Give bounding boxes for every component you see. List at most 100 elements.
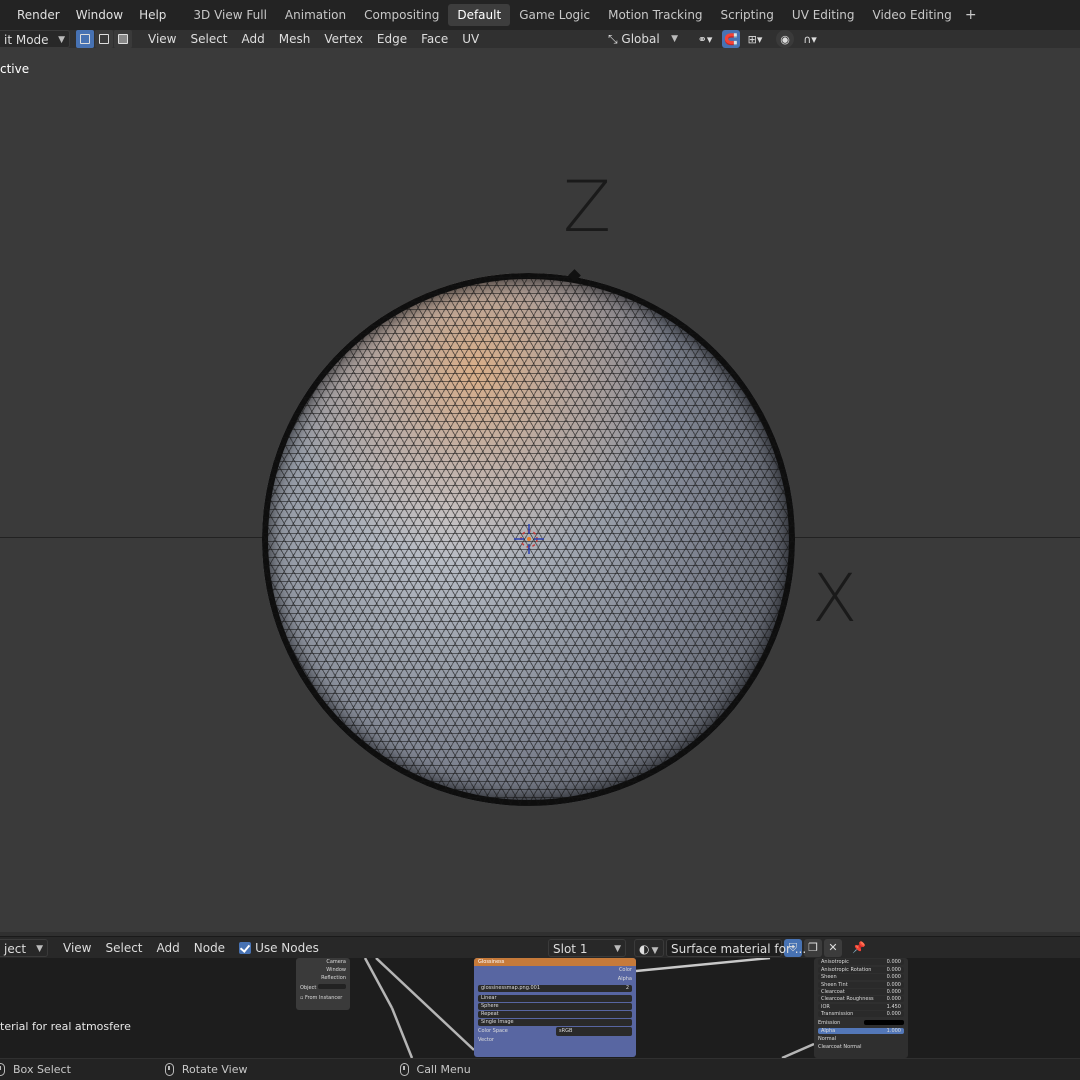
tab-scripting[interactable]: Scripting [712,4,783,26]
color-space-dropdown[interactable]: sRGB [556,1027,632,1036]
extension-dropdown[interactable]: Repeat [478,1011,632,1018]
vertex-select-icon[interactable] [76,30,94,48]
bsdf-field-label: Sheen Tint [821,981,848,988]
frame-label: terial for real atmosfere [0,1020,131,1033]
node-editor-header: ject ▼ View Select Add Node Use Nodes Sl… [0,936,1080,958]
source-dropdown[interactable]: Single Image [478,1019,632,1026]
top-bar: Render Window Help 3D View Full Animatio… [0,0,1080,30]
image-user-count: 2 [625,985,629,991]
axis-x-label: X [812,560,858,637]
3d-cursor-icon [514,524,544,554]
image-texture-node[interactable]: Glossiness Color Alpha glossinessmap.png… [474,958,636,1057]
texture-coordinate-node[interactable]: Camera Window Reflection Object ▫ From I… [296,958,350,1010]
add-workspace-button[interactable]: + [961,7,981,23]
falloff-curve-icon[interactable]: ∩▾ [796,30,824,48]
menu-vertex[interactable]: Vertex [317,30,370,48]
bsdf-rows: Anisotropic 0.000 Anisotropic Rotation 0.00… [814,959,908,1018]
interpolation-dropdown[interactable]: Linear [478,995,632,1002]
tab-animation[interactable]: Animation [276,4,355,26]
material-browse-dropdown[interactable]: ◐ ▼ [634,938,664,957]
menu-node-select[interactable]: Select [98,939,149,957]
image-name: glossinessmap.png.001 [481,985,541,991]
tab-motion-tracking[interactable]: Motion Tracking [599,4,711,26]
bsdf-field-value: 0.000 [886,959,901,966]
menu-add[interactable]: Add [235,30,272,48]
material-sphere-icon: ◐ [639,941,650,956]
menu-mesh[interactable]: Mesh [272,30,318,48]
mode-dropdown[interactable]: it Mode ▼ [0,30,70,48]
menu-face[interactable]: Face [414,30,455,48]
bsdf-field[interactable]: Transmission 0.000 [818,1011,904,1018]
tab-uv-editing[interactable]: UV Editing [783,4,864,26]
use-nodes-toggle[interactable]: Use Nodes [232,939,326,957]
status-box-select: Box Select [0,1063,71,1076]
pivot-point-icon[interactable]: ⚭▾ [690,30,720,48]
node-editor[interactable]: terial for real atmosfere Camera Window … [0,958,1080,1058]
bsdf-field[interactable]: Anisotropic 0.000 [818,959,904,966]
pin-icon[interactable]: 📌 [850,939,868,957]
menu-node-view[interactable]: View [56,939,98,957]
menu-uv[interactable]: UV [455,30,486,48]
snap-icon[interactable]: 🧲 [722,30,740,48]
bsdf-emission-row: Emission [814,1019,908,1027]
menu-window[interactable]: Window [68,4,131,26]
menu-node-node[interactable]: Node [187,939,232,957]
bsdf-field-label: Transmission [821,1011,854,1018]
menu-render[interactable]: Render [0,4,68,26]
tab-video-editing[interactable]: Video Editing [864,4,961,26]
tab-compositing[interactable]: Compositing [355,4,448,26]
image-datablock-field[interactable]: glossinessmap.png.001 2 [478,985,632,992]
bsdf-field[interactable]: Sheen Tint 0.000 [818,981,904,988]
proportional-editing-icon[interactable]: ◉ [776,30,794,48]
slot-label: Slot 1 [553,941,588,956]
node-object-field[interactable] [317,984,346,989]
menu-select[interactable]: Select [183,30,234,48]
menu-edge[interactable]: Edge [370,30,414,48]
edge-select-icon[interactable] [95,30,113,48]
tab-game-logic[interactable]: Game Logic [510,4,599,26]
tab-3d-view-full[interactable]: 3D View Full [184,4,276,26]
status-call-menu: Call Menu [399,1063,471,1076]
checkbox-icon [239,941,252,954]
node-output-reflection: Reflection [321,975,346,981]
node-from-instancer[interactable]: ▫ From Instancer [296,994,350,1002]
chevron-down-icon: ▼ [36,943,43,954]
bsdf-field[interactable]: Sheen 0.000 [818,974,904,981]
menu-help[interactable]: Help [131,4,174,26]
bsdf-field-label: Sheen [821,974,837,981]
bsdf-field[interactable]: IOR 1.450 [818,1003,904,1010]
transform-orientation-label: Global [621,32,660,46]
slot-dropdown[interactable]: Slot 1 ▼ [548,938,626,957]
duplicate-material-icon[interactable]: ❐ [804,938,822,957]
bsdf-field-value: 0.000 [886,988,901,995]
emission-color-swatch[interactable] [864,1019,904,1025]
principled-bsdf-node[interactable]: Anisotropic 0.000 Anisotropic Rotation 0.00… [814,958,908,1058]
menu-view[interactable]: View [141,30,183,48]
bsdf-field[interactable]: Clearcoat 0.000 [818,988,904,995]
projection-dropdown[interactable]: Sphere [478,1003,632,1010]
select-mode-group [76,30,133,48]
bsdf-alpha-field[interactable]: Alpha 1.000 [818,1027,904,1034]
node-input-normal: Normal [818,1035,837,1042]
axis-z-label: Z [563,166,611,248]
node-object-label: Object [300,985,317,991]
bsdf-field-value: 0.000 [886,974,901,981]
bsdf-field-label: Clearcoat [821,988,845,995]
face-select-icon[interactable] [114,30,132,48]
workspace-tabs: 3D View Full Animation Compositing Defau… [184,0,980,30]
transform-orientation-dropdown[interactable]: ⤡ Global ▼ [604,30,680,48]
editor-type-dropdown[interactable]: ject ▼ [0,938,48,957]
chevron-down-icon: ▼ [58,35,65,45]
snap-target-icon[interactable]: ⊞▾ [742,30,768,48]
node-output-alpha: Alpha [617,976,632,982]
bsdf-field[interactable]: Clearcoat Roughness 0.000 [818,996,904,1003]
status-call-menu-label: Call Menu [416,1063,471,1076]
transform-orientation-icon: ⤡ [608,32,622,46]
menu-node-add[interactable]: Add [150,939,187,957]
tab-default[interactable]: Default [448,4,511,26]
close-icon[interactable]: ✕ [824,938,842,957]
bsdf-field[interactable]: Anisotropic Rotation 0.000 [818,966,904,973]
mouse-right-icon [399,1063,409,1076]
material-name-field[interactable]: Surface material for ... [666,938,806,957]
chevron-down-icon: ▼ [671,34,678,44]
